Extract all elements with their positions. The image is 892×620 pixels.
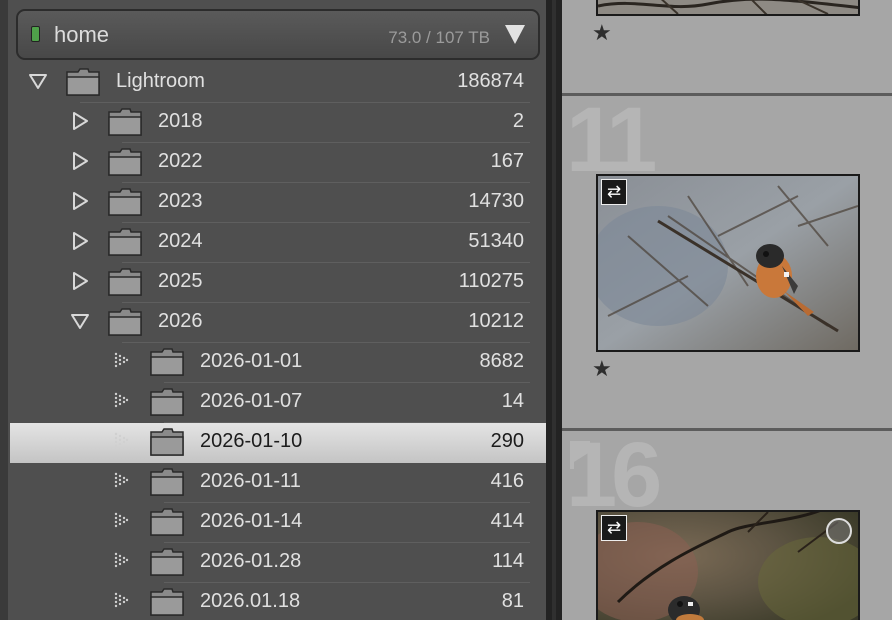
folder-name: 2026-01-07 bbox=[200, 390, 303, 412]
grid-cell[interactable]: 16 ⇄ bbox=[562, 424, 892, 620]
subfolder-dots-icon bbox=[112, 431, 132, 451]
volume-menu-triangle-icon[interactable] bbox=[505, 25, 525, 44]
sync-settings-icon[interactable]: ⇄ bbox=[601, 515, 627, 541]
folder-photo-count: 8682 bbox=[479, 350, 525, 372]
folder-name: 2026.01.18 bbox=[200, 590, 301, 612]
folder-icon bbox=[108, 108, 142, 136]
folder-name: 2026-01-01 bbox=[200, 350, 303, 372]
selection-circle-icon[interactable] bbox=[826, 518, 852, 544]
disclosure-collapsed-icon[interactable] bbox=[70, 111, 90, 131]
rating-star-icon[interactable]: ★ bbox=[592, 356, 612, 382]
folder-photo-count: 81 bbox=[501, 590, 524, 612]
folder-row-root[interactable]: Lightroom 186874 bbox=[10, 63, 546, 103]
folder-name: 2018 bbox=[158, 110, 203, 132]
sync-settings-icon[interactable]: ⇄ bbox=[601, 179, 627, 205]
folder-icon bbox=[150, 348, 184, 376]
volume-name: home bbox=[54, 22, 110, 47]
disclosure-collapsed-icon[interactable] bbox=[70, 271, 90, 291]
folder-row-subfolder[interactable]: 2026-01-11 416 bbox=[10, 463, 546, 503]
folder-row-subfolder[interactable]: 2026-01.28 114 bbox=[10, 543, 546, 583]
subfolder-dots-icon bbox=[112, 511, 132, 531]
subfolder-dots-icon bbox=[112, 591, 132, 611]
folder-icon bbox=[108, 148, 142, 176]
folder-icon bbox=[108, 268, 142, 296]
folder-icon bbox=[150, 548, 184, 576]
folder-name: 2026-01-10 bbox=[200, 430, 303, 452]
folder-photo-count: 14 bbox=[501, 390, 524, 412]
subfolder-dots-icon bbox=[112, 551, 132, 571]
folder-icon bbox=[150, 588, 184, 616]
folder-row-year[interactable]: 2024 51340 bbox=[10, 223, 546, 263]
folder-name: Lightroom bbox=[116, 70, 205, 92]
folder-photo-count: 114 bbox=[492, 550, 524, 572]
folder-name: 2026-01-11 bbox=[200, 470, 301, 492]
folder-icon bbox=[150, 428, 184, 456]
folder-row-year[interactable]: 2023 14730 bbox=[10, 183, 546, 223]
disclosure-collapsed-icon[interactable] bbox=[70, 231, 90, 251]
folder-row-subfolder[interactable]: 2026-01-01 8682 bbox=[10, 343, 546, 383]
folder-row-year[interactable]: 2018 2 bbox=[10, 103, 546, 143]
folder-row-subfolder[interactable]: 2026-01-14 414 bbox=[10, 503, 546, 543]
folders-panel: home 73.0 / 107 TB Lightroom 186874 2018 2 2… bbox=[0, 0, 546, 620]
folder-photo-count: 167 bbox=[490, 150, 524, 172]
folder-row-year[interactable]: 2022 167 bbox=[10, 143, 546, 183]
folder-photo-count: 290 bbox=[490, 430, 524, 452]
folder-icon bbox=[108, 228, 142, 256]
grid-cell[interactable]: 11 ⇄ ★ bbox=[562, 89, 892, 428]
panel-divider-line bbox=[552, 0, 556, 620]
folder-icon bbox=[150, 388, 184, 416]
folder-name: 2025 bbox=[158, 270, 203, 292]
subfolder-dots-icon bbox=[112, 471, 132, 491]
rating-star-icon[interactable]: ★ bbox=[592, 20, 612, 46]
folder-row-year[interactable]: 2026 10212 bbox=[10, 303, 546, 343]
folder-name: 2026-01.28 bbox=[200, 550, 302, 572]
folder-photo-count: 186874 bbox=[457, 70, 524, 92]
grid-cell[interactable]: ★ bbox=[562, 0, 892, 93]
folder-icon bbox=[150, 468, 184, 496]
folder-name: 2023 bbox=[158, 190, 203, 212]
folder-row-year[interactable]: 2025 110275 bbox=[10, 263, 546, 303]
volume-header[interactable]: home 73.0 / 107 TB bbox=[16, 9, 540, 60]
folder-icon bbox=[108, 308, 142, 336]
folder-photo-count: 110275 bbox=[458, 270, 524, 292]
volume-status-indicator bbox=[31, 26, 40, 42]
photo-thumbnail[interactable] bbox=[596, 0, 860, 16]
folder-icon bbox=[66, 68, 100, 96]
subfolder-dots-icon bbox=[112, 351, 132, 371]
folder-photo-count: 416 bbox=[490, 470, 524, 492]
disclosure-expanded-icon[interactable] bbox=[28, 71, 48, 91]
folder-icon bbox=[150, 508, 184, 536]
volume-usage: 73.0 / 107 TB bbox=[388, 28, 490, 47]
folder-name: 2026 bbox=[158, 310, 203, 332]
disclosure-collapsed-icon[interactable] bbox=[70, 151, 90, 171]
folder-name: 2026-01-14 bbox=[200, 510, 303, 532]
folder-icon bbox=[108, 188, 142, 216]
photo-thumbnail[interactable]: ⇄ bbox=[596, 174, 860, 352]
flag-icon[interactable] bbox=[570, 441, 590, 469]
folder-name: 2024 bbox=[158, 230, 203, 252]
folder-photo-count: 51340 bbox=[468, 230, 524, 252]
subfolder-dots-icon bbox=[112, 391, 132, 411]
folder-photo-count: 10212 bbox=[468, 310, 524, 332]
photo-thumbnail[interactable]: ⇄ bbox=[596, 510, 860, 620]
disclosure-expanded-icon[interactable] bbox=[70, 311, 90, 331]
folder-row-subfolder[interactable]: 2026.01.18 81 bbox=[10, 583, 546, 620]
folder-name: 2022 bbox=[158, 150, 203, 172]
disclosure-collapsed-icon[interactable] bbox=[70, 191, 90, 211]
folder-photo-count: 2 bbox=[512, 110, 524, 132]
folder-row-subfolder[interactable]: 2026-01-07 14 bbox=[10, 383, 546, 423]
folder-row-subfolder[interactable]: 2026-01-10 290 bbox=[10, 423, 546, 463]
folder-photo-count: 414 bbox=[490, 510, 524, 532]
photo-grid: ★ 11 ⇄ ★ 16 ⇄ bbox=[562, 0, 892, 620]
folder-photo-count: 14730 bbox=[468, 190, 524, 212]
panel-edge bbox=[0, 0, 8, 620]
